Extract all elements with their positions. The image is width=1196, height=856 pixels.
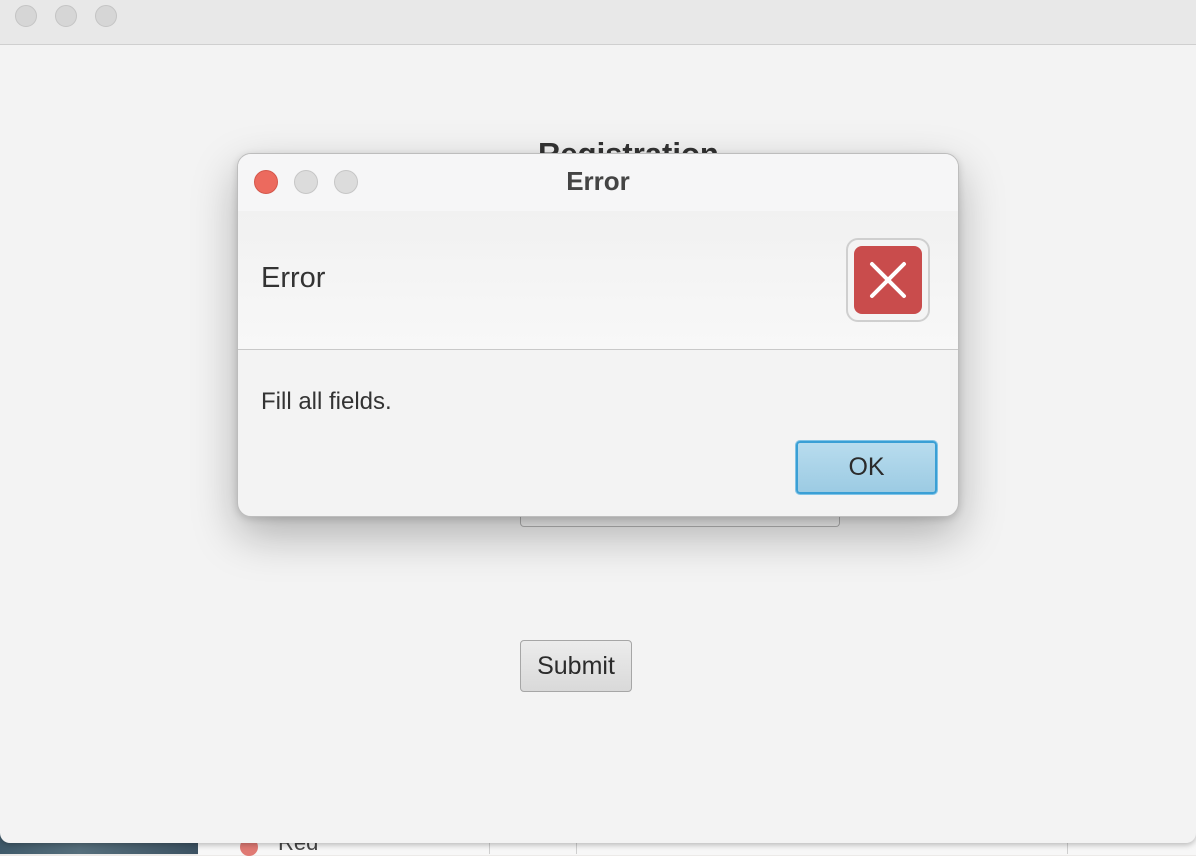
error-dialog: Error Error Fill all fields. OK <box>237 153 959 517</box>
submit-button[interactable]: Submit <box>520 640 632 692</box>
dialog-message: Fill all fields. <box>261 388 392 415</box>
error-icon-frame <box>846 238 930 322</box>
dialog-titlebar: Error <box>238 154 958 212</box>
dialog-title: Error <box>566 166 630 196</box>
ok-button[interactable]: OK <box>796 441 937 494</box>
main-minimize-button[interactable] <box>55 5 77 27</box>
main-close-button[interactable] <box>15 5 37 27</box>
error-x-icon <box>854 246 922 314</box>
dialog-header-text: Error <box>261 262 326 294</box>
dialog-header: Error <box>238 211 958 350</box>
main-window-titlebar <box>0 0 1196 45</box>
main-zoom-button[interactable] <box>95 5 117 27</box>
